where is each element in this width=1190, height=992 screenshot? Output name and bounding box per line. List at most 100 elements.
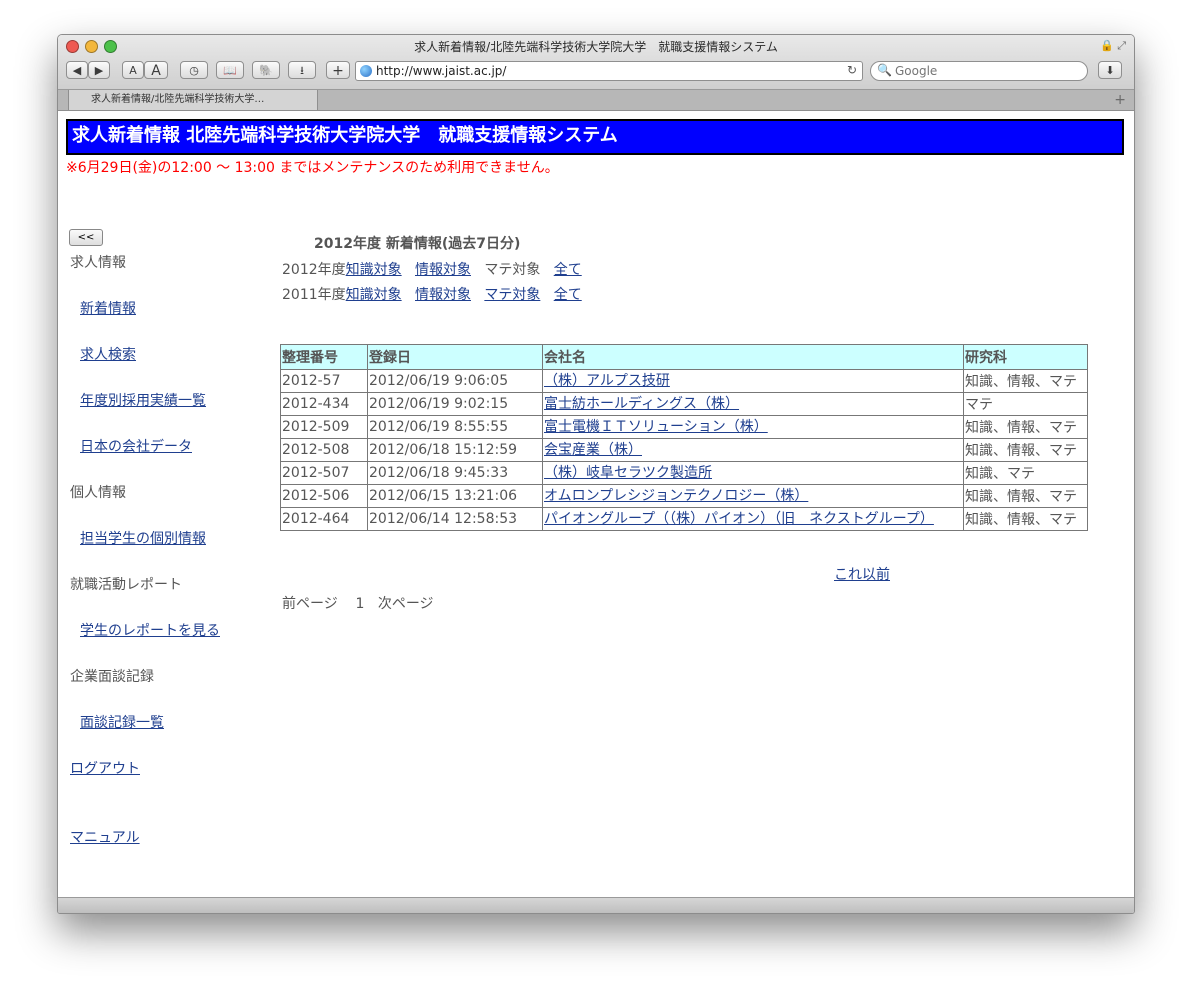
bookmark-button[interactable]: ⭳ bbox=[288, 61, 316, 79]
next-page-label: 次ページ bbox=[377, 596, 434, 612]
table-row: 2012-434 2012/06/19 9:02:15 富士紡ホールディングス（… bbox=[280, 392, 1088, 416]
table-row: 2012-57 2012/06/19 9:06:05 （株）アルプス技研 知識、… bbox=[280, 369, 1088, 393]
filter-2012-info[interactable]: 情報対象 bbox=[415, 262, 471, 278]
cell-department: 知識、情報、マテ bbox=[963, 415, 1088, 439]
filter-2011-all[interactable]: 全て bbox=[554, 287, 582, 303]
sidebar-category-interview: 企業面談記録 bbox=[70, 669, 154, 685]
cell-id: 2012-434 bbox=[280, 392, 368, 416]
cell-department: 知識、情報、マテ bbox=[963, 369, 1088, 393]
sidebar-link-companies[interactable]: 日本の会社データ bbox=[80, 436, 192, 456]
cell-id: 2012-57 bbox=[280, 369, 368, 393]
search-icon: 🔍 bbox=[877, 63, 892, 77]
search-input[interactable] bbox=[895, 64, 1075, 78]
cell-date: 2012/06/14 12:58:53 bbox=[367, 507, 543, 531]
status-bar bbox=[58, 897, 1134, 913]
cell-date: 2012/06/18 15:12:59 bbox=[367, 438, 543, 462]
filter-2012-knowledge[interactable]: 知識対象 bbox=[346, 262, 402, 278]
tab-current[interactable]: 求人新着情報/北陸先端科学技術大学… bbox=[68, 90, 318, 110]
back-button[interactable]: ◀ bbox=[66, 61, 88, 79]
filter-2012-material: マテ対象 bbox=[484, 262, 541, 278]
globe-icon bbox=[360, 65, 372, 77]
filter-year-label: 2011年度 bbox=[282, 287, 346, 303]
page-content: 求人新着情報 北陸先端科学技術大学院大学 就職支援情報システム ※6月29日(金… bbox=[58, 111, 1134, 896]
company-link[interactable]: オムロンプレシジョンテクノロジー（株） bbox=[544, 488, 808, 504]
sidebar-link-search[interactable]: 求人検索 bbox=[80, 344, 136, 364]
cell-id: 2012-464 bbox=[280, 507, 368, 531]
filter-2011-knowledge[interactable]: 知識対象 bbox=[346, 287, 402, 303]
filter-2011-material[interactable]: マテ対象 bbox=[484, 287, 540, 303]
reader-button[interactable]: 📖 bbox=[216, 61, 244, 79]
window-title: 求人新着情報/北陸先端科学技術大学院大学 就職支援情報システム bbox=[414, 40, 778, 54]
table-row: 2012-506 2012/06/15 13:21:06 オムロンプレシジョンテ… bbox=[280, 484, 1088, 508]
sidebar-link-interviews[interactable]: 面談記録一覧 bbox=[80, 712, 164, 732]
company-link[interactable]: 富士紡ホールディングス（株） bbox=[544, 396, 739, 412]
col-header-department: 研究科 bbox=[963, 344, 1088, 370]
downloads-button[interactable]: ⬇ bbox=[1098, 61, 1122, 79]
company-link[interactable]: （株）岐阜セラツク製造所 bbox=[544, 465, 712, 481]
filter-row-2011: 2011年度知識対象 情報対象 マテ対象 全て bbox=[282, 284, 582, 304]
maintenance-notice: ※6月29日(金)の12:00 〜 13:00 まではメンテナンスのため利用でき… bbox=[66, 160, 559, 176]
table-row: 2012-507 2012/06/18 9:45:33 （株）岐阜セラツク製造所… bbox=[280, 461, 1088, 485]
page-title: 2012年度 新着情報(過去7日分) bbox=[314, 236, 521, 252]
reload-icon[interactable]: ↻ bbox=[847, 63, 857, 77]
browser-window: 求人新着情報/北陸先端科学技術大学院大学 就職支援情報システム 🔒 ⤢ ◀ ▶ … bbox=[57, 34, 1135, 914]
cell-id: 2012-508 bbox=[280, 438, 368, 462]
col-header-date: 登録日 bbox=[367, 344, 543, 370]
sidebar-category-report: 就職活動レポート bbox=[70, 577, 182, 593]
tab-bar: 求人新着情報/北陸先端科学技術大学… + bbox=[58, 90, 1134, 111]
new-tab-icon[interactable]: + bbox=[1114, 90, 1126, 110]
sidebar-link-yearly[interactable]: 年度別採用実績一覧 bbox=[80, 390, 206, 410]
url-text[interactable]: http://www.jaist.ac.jp/ bbox=[376, 64, 506, 78]
history-button[interactable]: ◷ bbox=[180, 61, 208, 79]
forward-button[interactable]: ▶ bbox=[88, 61, 110, 79]
col-header-company: 会社名 bbox=[542, 344, 964, 370]
cell-date: 2012/06/19 9:06:05 bbox=[367, 369, 543, 393]
cell-id: 2012-507 bbox=[280, 461, 368, 485]
sidebar-category-personal: 個人情報 bbox=[70, 485, 126, 501]
filter-2012-all[interactable]: 全て bbox=[554, 262, 582, 278]
sidebar-link-students[interactable]: 担当学生の個別情報 bbox=[80, 528, 206, 548]
font-smaller-button[interactable]: A bbox=[122, 61, 144, 79]
sidebar-category-jobs: 求人情報 bbox=[70, 255, 126, 271]
sidebar-link-new[interactable]: 新着情報 bbox=[80, 298, 136, 318]
cell-date: 2012/06/19 8:55:55 bbox=[367, 415, 543, 439]
cell-department: 知識、情報、マテ bbox=[963, 438, 1088, 462]
company-link[interactable]: 富士電機ＩＴソリューション（株） bbox=[544, 419, 768, 435]
older-entries-link[interactable]: これ以前 bbox=[834, 564, 890, 584]
cell-date: 2012/06/19 9:02:15 bbox=[367, 392, 543, 416]
filter-2011-info[interactable]: 情報対象 bbox=[415, 287, 471, 303]
fullscreen-icon[interactable]: 🔒 ⤢ bbox=[1100, 39, 1126, 53]
back-nav-button[interactable]: << bbox=[69, 229, 103, 246]
pagination: 前ページ 1 次ページ bbox=[282, 593, 434, 613]
font-larger-button[interactable]: A bbox=[144, 61, 168, 79]
page-number: 1 bbox=[355, 596, 365, 612]
page-banner: 求人新着情報 北陸先端科学技術大学院大学 就職支援情報システム bbox=[66, 119, 1124, 155]
manual-link[interactable]: マニュアル bbox=[70, 827, 140, 847]
add-bookmark-button[interactable]: + bbox=[326, 61, 350, 79]
filter-row-2012: 2012年度知識対象 情報対象 マテ対象 全て bbox=[282, 259, 582, 279]
company-link[interactable]: パイオングループ（（株）パイオン）（旧 ネクストグループ） bbox=[544, 511, 934, 527]
table-row: 2012-464 2012/06/14 12:58:53 パイオングループ（（株… bbox=[280, 507, 1088, 531]
job-table: 整理番号 登録日 会社名 研究科 2012-57 2012/06/19 9:06… bbox=[280, 344, 1088, 531]
company-link[interactable]: 会宝産業（株） bbox=[544, 442, 642, 458]
table-row: 2012-509 2012/06/19 8:55:55 富士電機ＩＴソリューショ… bbox=[280, 415, 1088, 439]
title-bar: 求人新着情報/北陸先端科学技術大学院大学 就職支援情報システム 🔒 ⤢ ◀ ▶ … bbox=[58, 35, 1134, 90]
prev-page-label: 前ページ bbox=[282, 596, 338, 612]
search-field[interactable]: 🔍 bbox=[870, 61, 1088, 81]
cell-department: 知識、情報、マテ bbox=[963, 484, 1088, 508]
logout-link[interactable]: ログアウト bbox=[70, 758, 140, 778]
cell-date: 2012/06/15 13:21:06 bbox=[367, 484, 543, 508]
table-header-row: 整理番号 登録日 会社名 研究科 bbox=[280, 344, 1088, 370]
cell-department: 知識、情報、マテ bbox=[963, 507, 1088, 531]
evernote-button[interactable]: 🐘 bbox=[252, 61, 280, 79]
cell-date: 2012/06/18 9:45:33 bbox=[367, 461, 543, 485]
address-bar[interactable]: http://www.jaist.ac.jp/ ↻ bbox=[355, 61, 863, 81]
sidebar-link-reports[interactable]: 学生のレポートを見る bbox=[80, 620, 220, 640]
company-link[interactable]: （株）アルプス技研 bbox=[544, 373, 670, 389]
table-row: 2012-508 2012/06/18 15:12:59 会宝産業（株） 知識、… bbox=[280, 438, 1088, 462]
cell-id: 2012-509 bbox=[280, 415, 368, 439]
cell-id: 2012-506 bbox=[280, 484, 368, 508]
cell-department: マテ bbox=[963, 392, 1088, 416]
col-header-id: 整理番号 bbox=[280, 344, 368, 370]
cell-department: 知識、マテ bbox=[963, 461, 1088, 485]
